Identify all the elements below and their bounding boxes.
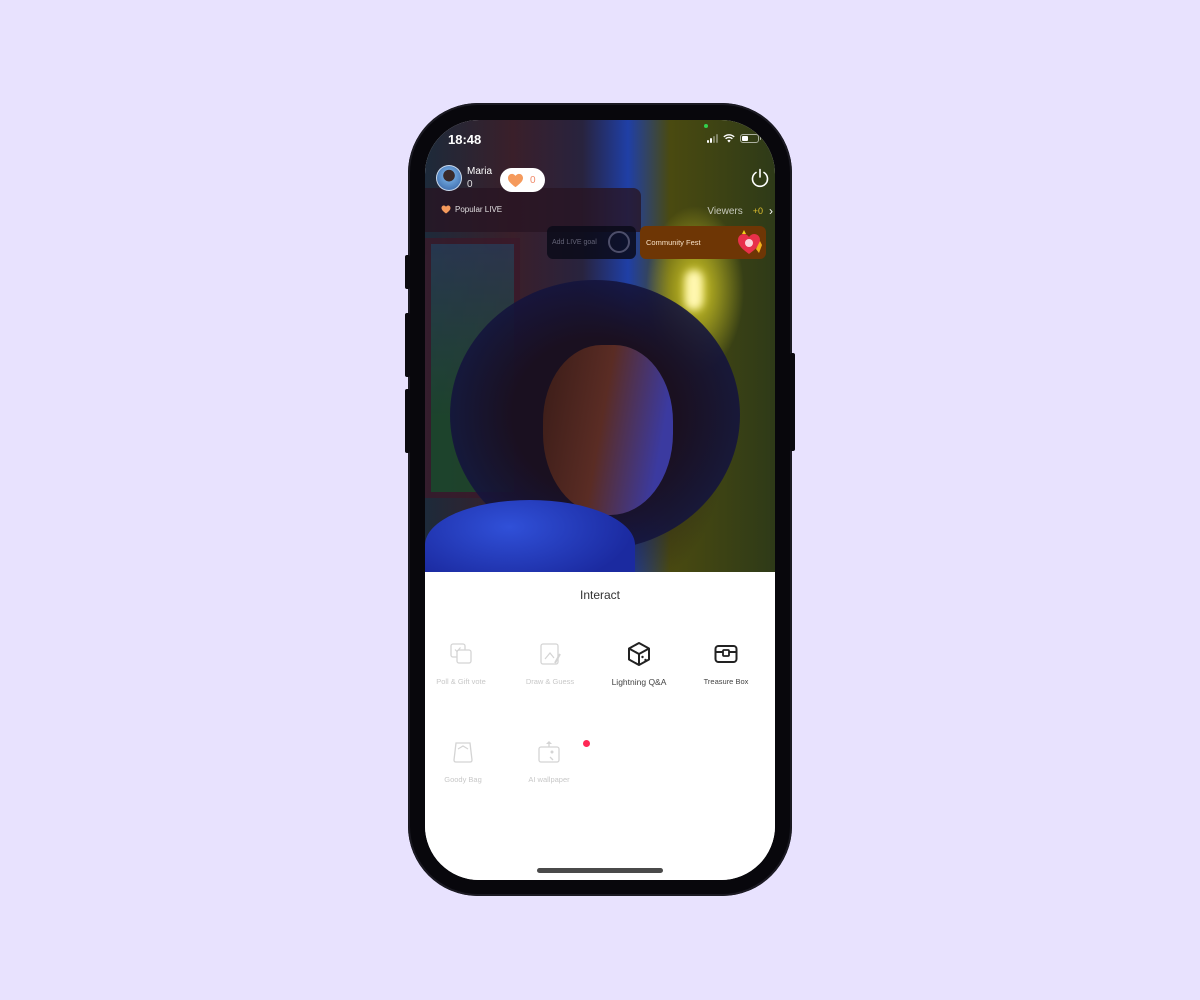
treasure-box-label: Treasure Box (703, 677, 749, 686)
page-background: 18:48 Maria 0 0 Popular LIVE Viewers +0 … (0, 0, 1200, 1000)
phone-frame: 18:48 Maria 0 0 Popular LIVE Viewers +0 … (405, 103, 795, 896)
treasure-box-button[interactable]: Treasure Box (682, 641, 770, 686)
heart-icon (508, 173, 523, 187)
popular-heart-icon (441, 205, 451, 214)
mute-switch (405, 255, 410, 289)
power-off-icon[interactable] (750, 168, 770, 188)
camera-indicator-dot (704, 124, 708, 128)
draw-guess-button[interactable]: Draw & Guess (506, 641, 594, 686)
volume-up-button (405, 313, 410, 377)
ai-wallpaper-button[interactable]: AI wallpaper (505, 739, 593, 784)
host-avatar[interactable] (436, 165, 462, 191)
treasure-chest-icon (714, 645, 738, 663)
community-fest-card[interactable]: Community Fest (640, 226, 766, 259)
host-count: 0 (467, 179, 473, 190)
poll-gift-vote-label: Poll & Gift vote (436, 677, 486, 686)
viewers-label: Viewers (707, 205, 743, 217)
battery-icon (740, 134, 761, 143)
viewers-button[interactable]: Viewers +0 › (707, 204, 773, 218)
battery-level (742, 136, 748, 141)
viewers-count: +0 (752, 206, 763, 216)
lightning-qa-button[interactable]: Lightning Q&A (595, 641, 683, 687)
goal-icon (608, 231, 630, 253)
volume-down-button (405, 389, 410, 453)
dice-cube-icon (628, 642, 650, 666)
add-live-goal-label: Add LIVE goal (552, 239, 597, 246)
goody-bag-label: Goody Bag (444, 775, 482, 784)
phone-screen: 18:48 Maria 0 0 Popular LIVE Viewers +0 … (425, 120, 775, 880)
host-info[interactable]: Maria 0 (436, 165, 492, 191)
ai-wallpaper-label: AI wallpaper (528, 775, 570, 784)
goody-bag-button[interactable]: Goody Bag (425, 739, 507, 784)
likes-pill[interactable]: 0 (500, 168, 545, 192)
community-fest-label: Community Fest (646, 238, 701, 247)
popular-live-button[interactable]: Popular LIVE (441, 205, 502, 214)
popular-live-label: Popular LIVE (455, 205, 503, 214)
signal-icon (707, 134, 718, 143)
wallpaper-icon (538, 741, 560, 763)
home-indicator[interactable] (537, 868, 663, 873)
host-name: Maria (467, 166, 493, 177)
add-live-goal-card[interactable]: Add LIVE goal (547, 226, 636, 259)
bag-icon (453, 742, 473, 763)
lightning-qa-label: Lightning Q&A (611, 677, 667, 687)
interact-panel: Interact Poll & Gift vote Draw & Guess L… (425, 572, 775, 880)
poll-icon (450, 643, 472, 664)
draw-icon (540, 643, 561, 665)
status-icons (707, 134, 761, 143)
video-subject-face (543, 345, 673, 515)
wifi-icon (723, 134, 735, 143)
draw-guess-label: Draw & Guess (525, 677, 575, 686)
power-side-button (790, 353, 795, 451)
interact-title: Interact (579, 588, 621, 602)
new-badge-dot (583, 740, 590, 747)
heart-gift-icon (738, 230, 762, 254)
status-time: 18:48 (448, 132, 482, 147)
chevron-right-icon: › (769, 204, 773, 218)
likes-count: 0 (530, 174, 536, 186)
live-video: 18:48 Maria 0 0 Popular LIVE Viewers +0 … (425, 120, 775, 572)
video-bg-lamp (685, 270, 703, 310)
poll-gift-vote-button[interactable]: Poll & Gift vote (425, 641, 505, 686)
